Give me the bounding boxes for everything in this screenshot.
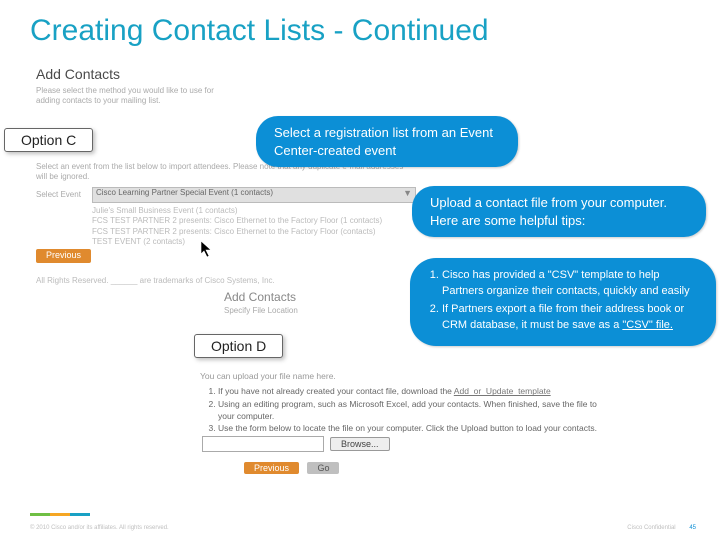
footer-right: Cisco Confidential 45 bbox=[627, 525, 696, 531]
go-button[interactable]: Go bbox=[307, 462, 339, 474]
cursor-icon bbox=[200, 240, 214, 258]
browse-button[interactable]: Browse... bbox=[330, 437, 390, 451]
file-instructions: You can upload your file name here. If y… bbox=[200, 370, 610, 435]
callout-registration-list: Select a registration list from an Event… bbox=[256, 116, 518, 167]
add-contacts-2-sub: Specify File Location bbox=[224, 306, 384, 316]
add-contacts-heading: Add Contacts bbox=[36, 66, 120, 82]
tip-2: If Partners export a file from their add… bbox=[442, 302, 702, 334]
add-contacts-2: Add Contacts Specify File Location bbox=[224, 290, 384, 316]
event-option-2: FCS TEST PARTNER 2 presents: Cisco Ether… bbox=[36, 216, 416, 226]
event-option-4: TEST EVENT (2 contacts) bbox=[36, 237, 416, 247]
file-path-input[interactable] bbox=[202, 436, 324, 452]
previous-button-top[interactable]: Previous bbox=[36, 249, 91, 263]
footer-confidential: Cisco Confidential bbox=[627, 525, 675, 531]
file-lead: You can upload your file name here. bbox=[200, 370, 610, 382]
file-step-1: If you have not already created your con… bbox=[218, 385, 610, 397]
option-d-label: Option D bbox=[194, 334, 283, 358]
bottom-buttons: Previous Go bbox=[244, 458, 343, 476]
add-contacts-note: Please select the method you would like … bbox=[36, 86, 236, 107]
event-option-0: Cisco Learning Partner Special Event (1 … bbox=[93, 188, 273, 197]
callout-upload-file: Upload a contact file from your computer… bbox=[412, 186, 706, 237]
add-contacts-2-heading: Add Contacts bbox=[224, 290, 384, 306]
tip-1: Cisco has provided a "CSV" template to h… bbox=[442, 268, 702, 300]
event-option-1: Julie's Small Business Event (1 contacts… bbox=[36, 206, 416, 216]
file-step-2: Using an editing program, such as Micros… bbox=[218, 398, 610, 423]
previous-button-bottom[interactable]: Previous bbox=[244, 462, 299, 474]
option-c-label: Option C bbox=[4, 128, 93, 152]
event-select-dropdown[interactable]: Cisco Learning Partner Special Event (1 … bbox=[92, 187, 416, 203]
file-step-3: Use the form below to locate the file on… bbox=[218, 422, 610, 434]
callout-tips: Cisco has provided a "CSV" template to h… bbox=[410, 258, 716, 346]
brand-stripe bbox=[30, 513, 90, 516]
event-option-3: FCS TEST PARTNER 2 presents: Cisco Ether… bbox=[36, 227, 416, 237]
page-title: Creating Contact Lists - Continued bbox=[30, 14, 489, 48]
footer-copyright: © 2010 Cisco and/or its affiliates. All … bbox=[30, 525, 169, 531]
slide: Creating Contact Lists - Continued Add C… bbox=[0, 0, 720, 540]
event-select-block: Select an event from the list below to i… bbox=[36, 162, 416, 263]
event-select-label: Select Event bbox=[36, 190, 92, 200]
rights-text: All Rights Reserved. ______ are trademar… bbox=[36, 276, 396, 285]
browse-row: Browse... bbox=[202, 436, 390, 452]
page-number: 45 bbox=[689, 525, 696, 531]
